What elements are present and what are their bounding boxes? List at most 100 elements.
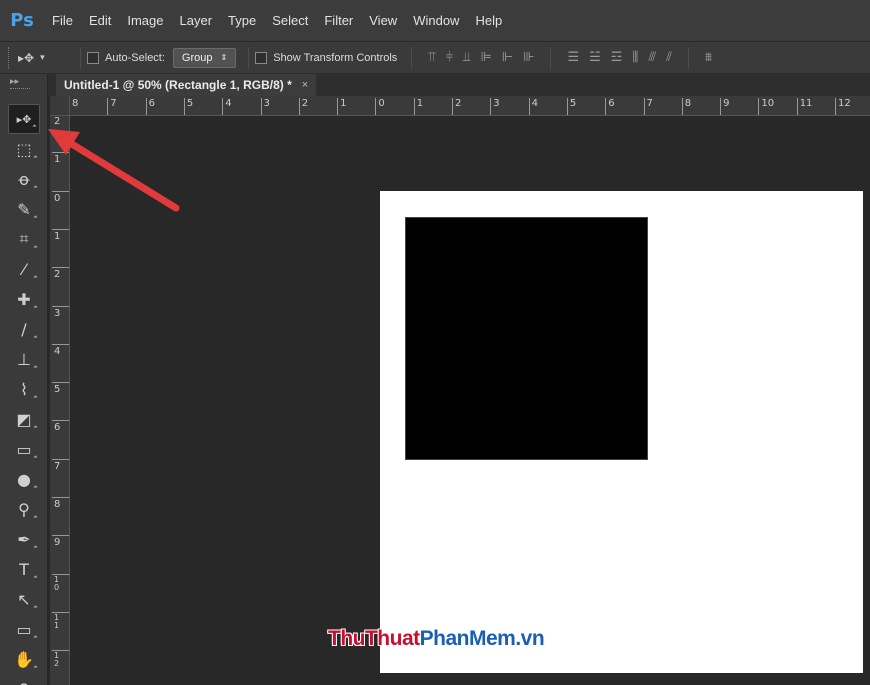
ruler-tick-label: 0 (54, 192, 61, 204)
document-tab-title: Untitled-1 @ 50% (Rectangle 1, RGB/8) * (64, 78, 292, 92)
options-grip[interactable] (8, 46, 12, 69)
menu-layer[interactable]: Layer (172, 0, 221, 42)
divider (550, 46, 552, 69)
pen-icon: ✒ (17, 529, 31, 549)
panel-grip (10, 88, 30, 89)
eyedropper-icon: ⁄ (22, 259, 26, 279)
zoom-tool[interactable]: ⚲ (8, 674, 40, 685)
menu-window[interactable]: Window (405, 0, 467, 42)
ruler-tick: 6 (50, 420, 69, 458)
rectangle-layer[interactable] (405, 217, 648, 460)
align-left-edges-icon[interactable]: ⊫ (480, 50, 491, 65)
ruler-tick-label: 0 (378, 98, 385, 109)
ruler-tick: 8 (50, 497, 69, 535)
ruler-tick: 11 (50, 611, 69, 650)
menu-select[interactable]: Select (264, 0, 316, 42)
distribute-vcenter-icon[interactable]: ☱ (589, 50, 601, 65)
history-brush-tool[interactable]: ⌇ (8, 374, 40, 404)
auto-select-value: Group (181, 51, 213, 64)
hand-icon: ✋ (14, 649, 34, 669)
ruler-tick: 0 (50, 190, 69, 229)
ruler-origin[interactable] (50, 96, 70, 116)
expand-panel-icon[interactable]: ▸▸ (10, 76, 19, 87)
ruler-tick: 1 (50, 228, 69, 267)
move-tool[interactable]: ▸✥ (8, 104, 40, 134)
tools-panel-header[interactable]: ▸▸ (0, 74, 47, 104)
distribute-bottom-icon[interactable]: ☲ (611, 50, 623, 65)
hand-tool[interactable]: ✋ (8, 644, 40, 674)
gradient-icon: ▭ (16, 439, 32, 459)
ruler-tick: 12 (50, 650, 69, 685)
ruler-tick-label: 10 (761, 98, 775, 109)
distribute-top-icon[interactable]: ☰ (567, 50, 579, 65)
ruler-tick: 9 (50, 535, 69, 573)
blur-tool[interactable]: ● (8, 464, 40, 494)
type-tool[interactable]: T (8, 554, 40, 584)
ruler-tick-label: 6 (608, 98, 615, 109)
align-right-edges-icon[interactable]: ⊪ (523, 50, 534, 65)
ruler-tick-label: 1 (54, 230, 61, 242)
menu-edit[interactable]: Edit (81, 0, 119, 42)
marquee-tool[interactable]: ⬚ (8, 134, 40, 164)
divider (411, 46, 413, 69)
pen-tool[interactable]: ✒ (8, 524, 40, 554)
updown-arrows-icon: ⇕ (220, 53, 228, 62)
options-bar: ▸✥ ▾ Auto-Select: Group ⇕ Show Transform… (0, 42, 870, 74)
show-transform-checkbox[interactable] (255, 51, 268, 64)
clone-stamp-icon: ⊥ (17, 349, 31, 369)
ruler-tick-label: 2 (301, 98, 309, 109)
path-select-tool[interactable]: ↖ (8, 584, 40, 614)
menu-file[interactable]: File (44, 0, 81, 42)
divider (80, 46, 81, 69)
type-icon: T (19, 559, 29, 579)
tool-preset-picker[interactable]: ▸✥ ▾ (18, 51, 74, 65)
distribute-right-icon[interactable]: ⫽ (666, 50, 672, 65)
divider (687, 46, 689, 69)
align-top-edges-icon[interactable]: ⫪ (428, 50, 435, 65)
gradient-tool[interactable]: ▭ (8, 434, 40, 464)
quick-select-tool[interactable]: ✎ (8, 194, 40, 224)
tools-panel: ▸▸ ▸✥ ⬚ ꝋ ✎ ⌗ ⁄ ✚ ∕ ⊥ ⌇ ◩ ▭ ● ⚲ ✒ T ↖ ▭ ✋ ⚲ (0, 74, 48, 685)
ruler-tick-label: 3 (263, 98, 270, 109)
align-bottom-edges-icon[interactable]: ⫫ (463, 50, 470, 65)
brush-tool[interactable]: ∕ (8, 314, 40, 344)
vertical-ruler[interactable]: 2 1 0 1 2 3 4 5 6 7 8 9 10 11 12 (50, 116, 70, 685)
distribute-hcenter-icon[interactable]: ⫻ (648, 50, 656, 65)
auto-select-dropdown[interactable]: Group ⇕ (172, 47, 237, 68)
auto-select-checkbox[interactable] (87, 51, 99, 64)
horizontal-ruler[interactable]: 8 7 6 5 4 3 2 1 0 1 2 3 4 5 6 7 8 9 10 11 12 (70, 96, 870, 116)
close-icon[interactable]: × (302, 79, 308, 91)
healing-brush-tool[interactable]: ✚ (8, 284, 40, 314)
distribute-left-icon[interactable]: ⫼ (632, 50, 638, 65)
healing-brush-icon: ✚ (17, 289, 31, 309)
ruler-tick-label: 6 (148, 98, 155, 109)
menu-view[interactable]: View (361, 0, 405, 42)
ruler-tick-label: 11 (54, 612, 60, 630)
auto-align-layers-icon[interactable]: ⩩ (705, 50, 712, 65)
blur-icon: ● (17, 469, 31, 489)
ruler-tick-label: 9 (723, 98, 730, 109)
move-tool-icon: ▸✥ (18, 50, 35, 65)
ruler-tick-label: 5 (54, 384, 61, 396)
ruler-tick-label: 9 (54, 537, 61, 549)
show-transform-label: Show Transform Controls (273, 51, 398, 64)
shape-tool[interactable]: ▭ (8, 614, 40, 644)
crop-tool[interactable]: ⌗ (8, 224, 40, 254)
dodge-tool[interactable]: ⚲ (8, 494, 40, 524)
eraser-tool[interactable]: ◩ (8, 404, 40, 434)
ruler-tick: 10 (50, 573, 69, 612)
document-tab[interactable]: Untitled-1 @ 50% (Rectangle 1, RGB/8) * … (56, 74, 317, 96)
ruler-tick: 3 (50, 305, 69, 344)
ruler-tick-label: 7 (646, 98, 653, 109)
menu-image[interactable]: Image (119, 0, 171, 42)
clone-stamp-tool[interactable]: ⊥ (8, 344, 40, 374)
eyedropper-tool[interactable]: ⁄ (8, 254, 40, 284)
menu-filter[interactable]: Filter (316, 0, 361, 42)
ruler-tick: 1 (50, 152, 69, 190)
lasso-tool[interactable]: ꝋ (8, 164, 40, 194)
menu-type[interactable]: Type (220, 0, 264, 42)
menu-help[interactable]: Help (467, 0, 510, 42)
auto-select-label: Auto-Select: (105, 51, 165, 64)
align-vertical-centers-icon[interactable]: ⫩ (446, 50, 453, 65)
align-horizontal-centers-icon[interactable]: ⊩ (502, 50, 513, 65)
